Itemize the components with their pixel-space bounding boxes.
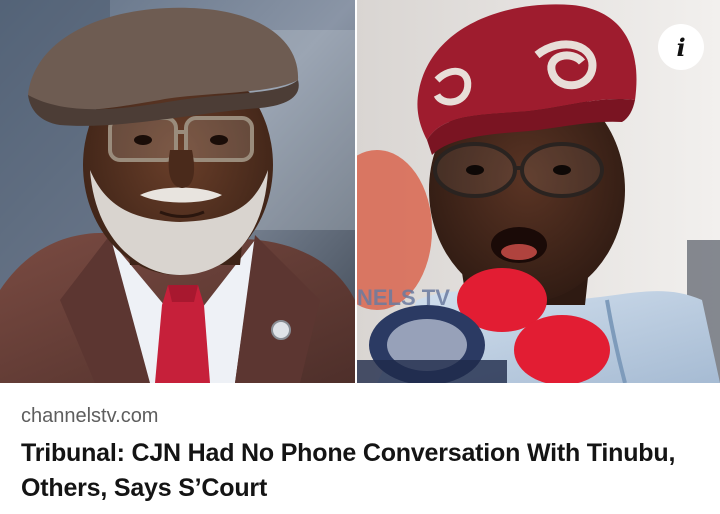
watermark-text: NELS TV: [357, 285, 450, 310]
left-photo: [0, 0, 355, 383]
headline[interactable]: Tribunal: CJN Had No Phone Conversation …: [21, 436, 700, 506]
news-card[interactable]: NELS TV i channelstv.com Tribunal: CJN H…: [0, 0, 720, 514]
hero-image[interactable]: NELS TV i: [0, 0, 720, 383]
info-icon[interactable]: i: [658, 24, 704, 70]
left-photo-illustration: [0, 0, 355, 383]
card-meta[interactable]: channelstv.com Tribunal: CJN Had No Phon…: [0, 383, 720, 514]
source-domain: channelstv.com: [21, 405, 159, 427]
